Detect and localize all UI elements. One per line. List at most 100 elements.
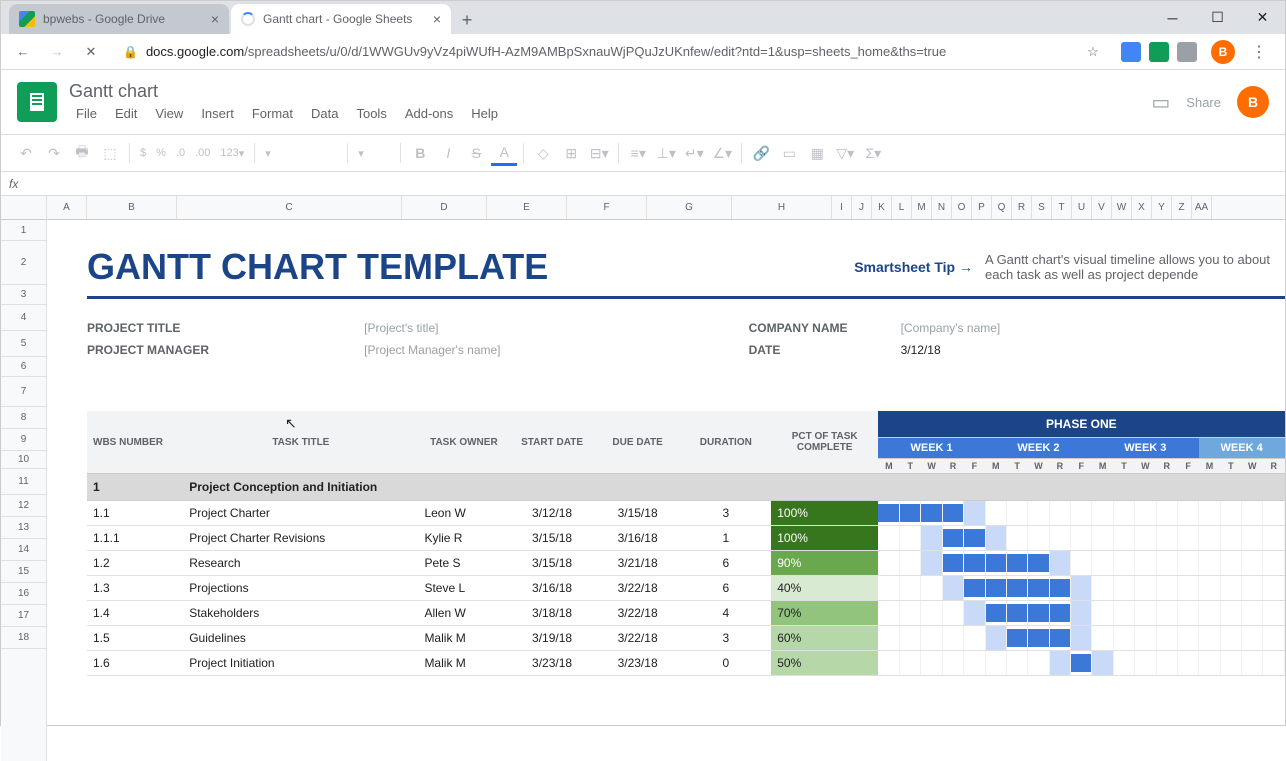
font-dropdown[interactable]: ▾	[261, 147, 341, 160]
column-header[interactable]: G	[647, 196, 732, 219]
column-header[interactable]: H	[732, 196, 832, 219]
url-input[interactable]: 🔒 docs.google.com/spreadsheets/u/0/d/1WW…	[111, 38, 1073, 66]
column-header[interactable]: L	[892, 196, 912, 219]
select-all-corner[interactable]	[1, 196, 46, 220]
italic-button[interactable]: I	[435, 140, 461, 166]
column-header[interactable]: N	[932, 196, 952, 219]
date-value[interactable]: 3/12/18	[901, 343, 1285, 357]
row-header[interactable]: 6	[1, 357, 46, 377]
new-tab-button[interactable]: +	[453, 6, 481, 34]
column-header[interactable]: V	[1092, 196, 1112, 219]
column-header[interactable]: R	[1012, 196, 1032, 219]
document-title[interactable]: Gantt chart	[69, 81, 1151, 102]
decrease-decimal-button[interactable]: .0	[172, 147, 189, 159]
undo-button[interactable]: ↶	[13, 140, 39, 166]
comments-icon[interactable]: ▭	[1151, 90, 1170, 115]
gantt-table[interactable]: WBS NUMBER TASK TITLE TASK OWNER START D…	[87, 411, 1285, 676]
menu-edit[interactable]: Edit	[108, 104, 144, 123]
row-header[interactable]: 11	[1, 469, 46, 495]
column-header[interactable]: M	[912, 196, 932, 219]
row-header[interactable]: 14	[1, 539, 46, 561]
user-avatar[interactable]: B	[1237, 86, 1269, 118]
increase-decimal-button[interactable]: .00	[191, 147, 214, 159]
menu-addons[interactable]: Add-ons	[398, 104, 460, 123]
text-color-button[interactable]: A	[491, 140, 517, 166]
row-header[interactable]: 3	[1, 285, 46, 305]
smartsheet-tip-link[interactable]: Smartsheet Tip →	[854, 259, 973, 275]
browser-menu-button[interactable]: ⋮	[1241, 42, 1277, 62]
close-icon[interactable]: ×	[433, 11, 441, 27]
row-header[interactable]: 5	[1, 331, 46, 357]
column-header[interactable]: Y	[1152, 196, 1172, 219]
currency-button[interactable]: $	[136, 147, 150, 159]
browser-tab-drive[interactable]: bpwebs - Google Drive ×	[9, 4, 229, 34]
wrap-button[interactable]: ↵▾	[681, 140, 707, 166]
column-header[interactable]: E	[487, 196, 567, 219]
column-header[interactable]: D	[402, 196, 487, 219]
rotate-button[interactable]: ∠▾	[709, 140, 735, 166]
row-header[interactable]: 17	[1, 605, 46, 627]
filter-button[interactable]: ▽▾	[832, 140, 858, 166]
row-header[interactable]: 4	[1, 305, 46, 331]
formula-bar[interactable]: fx	[1, 172, 1285, 196]
column-header[interactable]: B	[87, 196, 177, 219]
row-header[interactable]: 8	[1, 407, 46, 429]
column-header[interactable]: I	[832, 196, 852, 219]
column-header[interactable]: O	[952, 196, 972, 219]
link-button[interactable]: 🔗	[748, 140, 774, 166]
row-header[interactable]: 12	[1, 495, 46, 517]
column-header[interactable]: X	[1132, 196, 1152, 219]
maximize-button[interactable]: ☐	[1195, 1, 1240, 34]
column-header[interactable]: U	[1072, 196, 1092, 219]
share-button[interactable]: Share	[1186, 95, 1221, 110]
fill-color-button[interactable]: ◇	[530, 140, 556, 166]
column-header[interactable]: T	[1052, 196, 1072, 219]
column-header[interactable]: K	[872, 196, 892, 219]
column-header[interactable]: A	[47, 196, 87, 219]
menu-help[interactable]: Help	[464, 104, 505, 123]
row-header[interactable]: 15	[1, 561, 46, 583]
menu-file[interactable]: File	[69, 104, 104, 123]
row-header[interactable]: 2	[1, 241, 46, 285]
borders-button[interactable]: ⊞	[558, 140, 584, 166]
row-header[interactable]: 9	[1, 429, 46, 451]
column-header[interactable]: F	[567, 196, 647, 219]
menu-format[interactable]: Format	[245, 104, 300, 123]
merge-button[interactable]: ⊟▾	[586, 140, 612, 166]
forward-button[interactable]: →	[43, 38, 71, 66]
menu-data[interactable]: Data	[304, 104, 345, 123]
column-header[interactable]: S	[1032, 196, 1052, 219]
sheets-logo-icon[interactable]	[17, 82, 57, 122]
font-size-dropdown[interactable]: ▾	[354, 147, 394, 160]
spreadsheet-grid[interactable]: 123456789101112131415161718 ABCDEFGHIJKL…	[1, 196, 1285, 761]
menu-tools[interactable]: Tools	[349, 104, 393, 123]
h-align-button[interactable]: ≡▾	[625, 140, 651, 166]
minimize-button[interactable]: ─	[1150, 1, 1195, 34]
print-button[interactable]: 🖶	[69, 140, 95, 166]
bold-button[interactable]: B	[407, 140, 433, 166]
row-header[interactable]: 16	[1, 583, 46, 605]
column-header[interactable]: AA	[1192, 196, 1212, 219]
menu-insert[interactable]: Insert	[194, 104, 241, 123]
number-format-dropdown[interactable]: 123 ▾	[216, 147, 248, 160]
row-header[interactable]: 1	[1, 220, 46, 241]
stop-button[interactable]: ✕	[77, 38, 105, 66]
column-header[interactable]: Z	[1172, 196, 1192, 219]
close-window-button[interactable]: ✕	[1240, 1, 1285, 34]
browser-tab-sheets[interactable]: Gantt chart - Google Sheets ×	[231, 4, 451, 34]
menu-view[interactable]: View	[148, 104, 190, 123]
extension-icon[interactable]	[1121, 42, 1141, 62]
row-header[interactable]: 13	[1, 517, 46, 539]
profile-avatar[interactable]: B	[1211, 40, 1235, 64]
column-header[interactable]: W	[1112, 196, 1132, 219]
close-icon[interactable]: ×	[211, 11, 219, 27]
column-header[interactable]: Q	[992, 196, 1012, 219]
company-value[interactable]: [Company's name]	[901, 321, 1285, 335]
project-manager-value[interactable]: [Project Manager's name]	[364, 343, 748, 357]
v-align-button[interactable]: ⊥▾	[653, 140, 679, 166]
column-header[interactable]: J	[852, 196, 872, 219]
chart-button[interactable]: ▦	[804, 140, 830, 166]
functions-button[interactable]: Σ▾	[860, 140, 886, 166]
row-header[interactable]: 7	[1, 377, 46, 407]
column-header[interactable]: P	[972, 196, 992, 219]
